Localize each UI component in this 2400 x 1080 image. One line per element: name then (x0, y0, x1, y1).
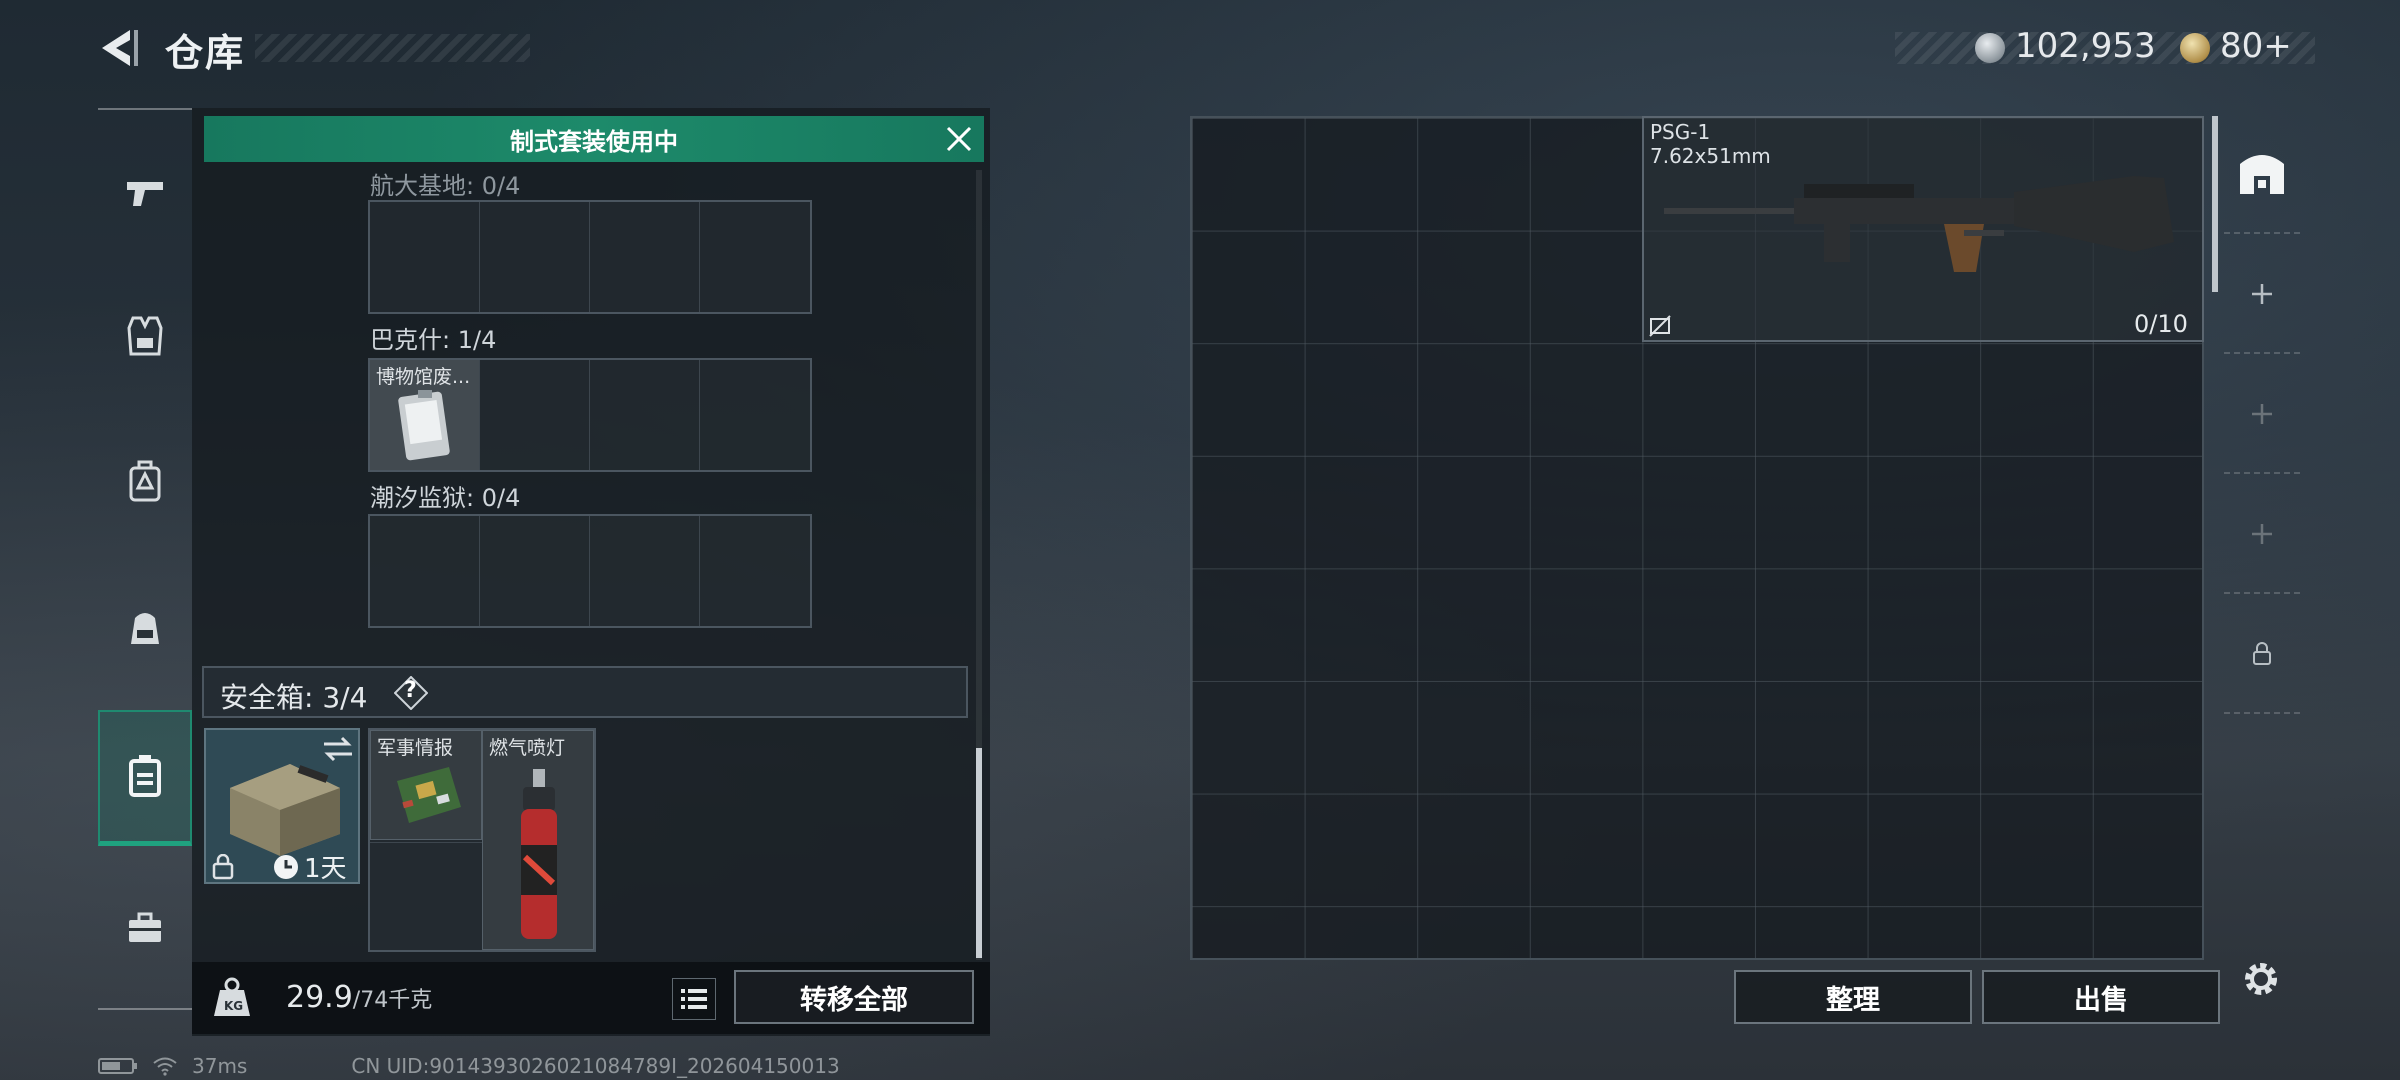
grid-slot[interactable] (700, 516, 810, 626)
item-name: PSG-1 (1650, 120, 1711, 144)
no-mod-icon (1649, 315, 1671, 337)
collection-grid[interactable]: 博物馆废... (368, 358, 812, 472)
collection-label: 巴克什: 1/4 (370, 326, 497, 354)
vest-icon (127, 316, 163, 356)
plus-icon (2252, 404, 2272, 424)
weight-max: /74千克 (352, 988, 433, 1013)
grid-slot[interactable] (700, 202, 810, 312)
ping-text: 37ms (192, 1054, 248, 1078)
list-view-button[interactable] (672, 978, 716, 1020)
item-name: 军事情报 (377, 737, 454, 759)
clock-icon (274, 854, 298, 879)
transfer-all-button[interactable]: 转移全部 (734, 970, 974, 1024)
safebox-item-torch[interactable]: 燃气喷灯 (482, 730, 594, 950)
stash-icon (2240, 155, 2284, 194)
timer-text: 1天 (304, 854, 347, 884)
plus-icon (2252, 284, 2272, 304)
gas-torch-icon (521, 769, 557, 939)
backpack-icon (131, 613, 159, 644)
stash-tab-main[interactable] (2224, 116, 2300, 234)
status-bar: 37ms CN UID:9014393026021084789I_2026041… (98, 1054, 840, 1078)
item-caliber: 7.62x51mm (1650, 144, 1771, 168)
collection-label: 航大基地: 0/4 (370, 172, 521, 200)
grid-slot[interactable] (370, 842, 482, 950)
collection-label: 潮汐监狱: 0/4 (370, 484, 521, 512)
sort-button[interactable]: 整理 (1734, 970, 1972, 1024)
grid-slot[interactable] (590, 202, 700, 312)
sell-button[interactable]: 出售 (1982, 970, 2220, 1024)
grid-slot[interactable] (590, 516, 700, 626)
gear-icon (2245, 963, 2277, 995)
banner-close-button[interactable] (944, 124, 974, 154)
close-icon (946, 126, 972, 152)
collection-grid[interactable] (368, 200, 812, 314)
wifi-icon (153, 1057, 177, 1076)
weight-current: 29.9 (286, 980, 353, 1015)
gold-coin-icon (2180, 33, 2210, 63)
nav-toolbox[interactable] (98, 880, 192, 976)
rifle-icon (1664, 176, 2174, 272)
page-title: 仓库 (165, 31, 246, 75)
stash-tab-locked[interactable] (2224, 596, 2300, 714)
grid-slot[interactable] (370, 516, 480, 626)
lock-icon (212, 853, 234, 884)
nav-armor[interactable] (98, 288, 192, 384)
help-mark: ? (404, 678, 417, 703)
item-name: 博物馆废... (376, 366, 471, 388)
silver-amount: 102,953 (2015, 26, 2156, 66)
safe-case-icon (230, 764, 340, 856)
safebox-icon (129, 754, 161, 797)
safebox-grid[interactable]: 军事情报 燃气喷灯 (368, 728, 596, 952)
list-icon (681, 989, 707, 1009)
swap-icon (324, 736, 352, 762)
nav-backpack[interactable] (98, 580, 192, 676)
right-scrollbar-thumb[interactable] (2212, 116, 2218, 292)
grid-slot[interactable] (590, 360, 700, 470)
museum-item[interactable]: 博物馆废... (370, 360, 480, 470)
toolbox-icon (129, 912, 161, 942)
gold-amount[interactable]: 80+ (2220, 26, 2292, 66)
grid-slot[interactable] (480, 360, 590, 470)
circuit-board-icon (397, 767, 461, 823)
grid-slot[interactable] (480, 516, 590, 626)
nav-chest-rig[interactable] (98, 434, 192, 530)
document-item-icon (398, 390, 450, 461)
svg-text:KG: KG (224, 999, 243, 1013)
grid-slot[interactable] (370, 202, 480, 312)
grid-slot[interactable] (700, 360, 810, 470)
uid-text: CN UID:9014393026021084789I_202604150013 (351, 1054, 840, 1078)
nav-safebox[interactable] (98, 710, 192, 846)
silver-coin-icon (1975, 33, 2005, 63)
case-timer: 1天 (272, 848, 347, 885)
plus-icon (2252, 524, 2272, 544)
left-nav (98, 108, 192, 1010)
pistol-icon (127, 182, 163, 206)
lock-icon (2253, 642, 2271, 665)
title-decoration (255, 34, 530, 62)
help-button[interactable]: ? (393, 675, 429, 711)
chest-rig-icon (129, 460, 161, 502)
settings-button[interactable] (2238, 956, 2284, 1002)
nav-weapons[interactable] (98, 146, 192, 242)
left-scrollbar-thumb[interactable] (976, 748, 982, 958)
safebox-label: 安全箱: 3/4 (220, 681, 368, 714)
battery-icon (98, 1058, 137, 1074)
grid-slot[interactable] (480, 202, 590, 312)
banner-text: 制式套装使用中 (510, 127, 678, 156)
stash-tabs (2224, 116, 2300, 716)
back-arrow-icon (102, 30, 138, 66)
item-ammo-count: 0/10 (2134, 310, 2188, 338)
stash-tab-add[interactable] (2224, 476, 2300, 594)
stash-tab-add[interactable] (2224, 356, 2300, 474)
loadout-banner: 制式套装使用中 (204, 116, 984, 162)
item-name: 燃气喷灯 (489, 737, 566, 759)
weight-icon: KG (210, 976, 254, 1020)
stash-tab-add[interactable] (2224, 236, 2300, 354)
back-button[interactable] (96, 24, 144, 72)
safebox-item-intel[interactable]: 军事情报 (370, 730, 482, 840)
collection-grid[interactable] (368, 514, 812, 628)
weight-readout: 29.9/74千克 (286, 980, 432, 1015)
